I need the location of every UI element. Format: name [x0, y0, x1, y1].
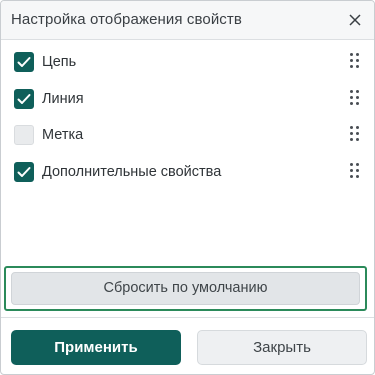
reset-to-default-button[interactable]: Сбросить по умолчанию: [11, 272, 360, 305]
dialog-header: Настройка отображения свойств: [1, 1, 374, 40]
list-item-additional-properties[interactable]: Дополнительные свойства: [1, 153, 374, 189]
list-item-label: Линия: [42, 91, 84, 107]
drag-handle-icon[interactable]: [350, 163, 360, 179]
checkmark-icon: [17, 94, 31, 104]
list-item-label: Дополнительные свойства: [42, 164, 222, 180]
close-dialog-button[interactable]: Закрыть: [197, 330, 367, 365]
chain-checkbox[interactable]: [14, 52, 34, 72]
line-checkbox[interactable]: [14, 89, 34, 109]
checkmark-icon: [17, 167, 31, 177]
property-display-settings-dialog: Настройка отображения свойств Цепь Линия…: [0, 0, 375, 375]
drag-handle-icon[interactable]: [350, 53, 360, 69]
list-item-label-property[interactable]: Метка: [1, 116, 374, 152]
label-checkbox[interactable]: [14, 125, 34, 145]
close-button[interactable]: [342, 7, 368, 33]
list-item-line[interactable]: Линия: [1, 80, 374, 116]
list-item-chain[interactable]: Цепь: [1, 43, 374, 79]
drag-handle-icon[interactable]: [350, 90, 360, 106]
apply-button[interactable]: Применить: [11, 330, 181, 365]
drag-handle-icon[interactable]: [350, 126, 360, 142]
list-item-label: Цепь: [42, 54, 77, 70]
reset-focus-outline: Сбросить по умолчанию: [4, 266, 367, 311]
footer-divider: [1, 317, 374, 318]
checkmark-icon: [17, 57, 31, 67]
list-item-label: Метка: [42, 127, 84, 143]
close-icon: [349, 14, 361, 26]
dialog-title: Настройка отображения свойств: [11, 11, 242, 28]
additional-properties-checkbox[interactable]: [14, 162, 34, 182]
